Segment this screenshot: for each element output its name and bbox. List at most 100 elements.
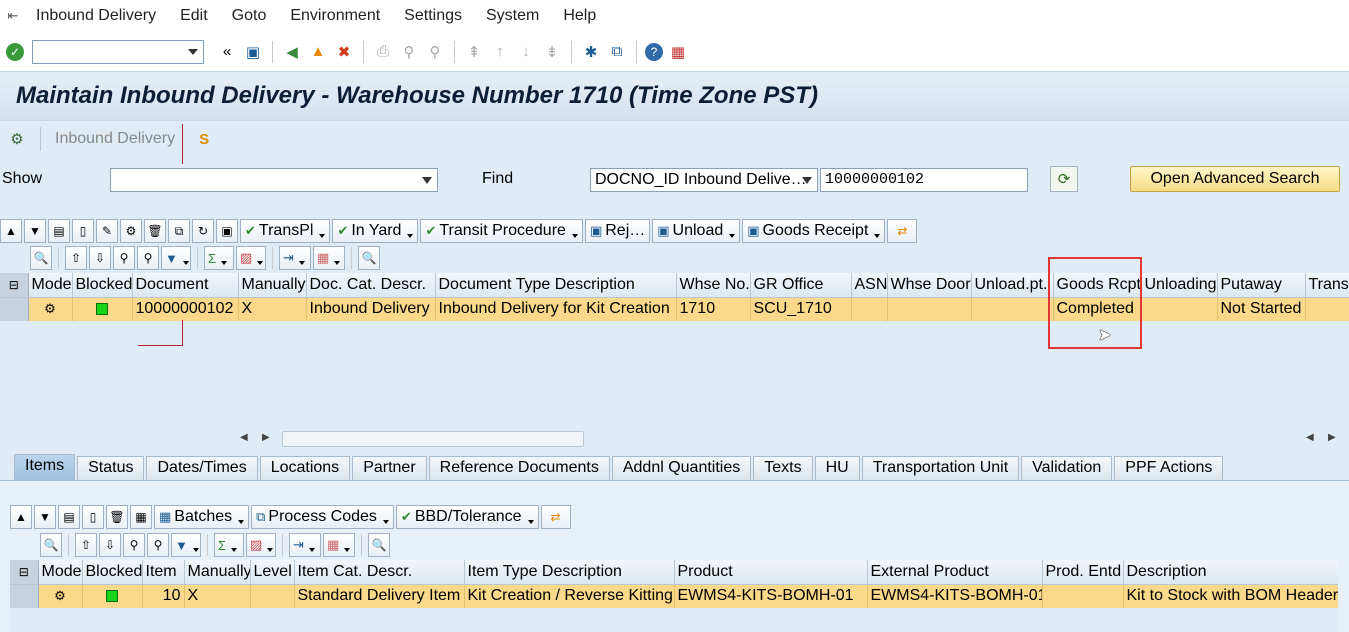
delete-button[interactable]: 🗑 [106, 505, 128, 529]
back-icon[interactable]: ◀ [281, 41, 303, 63]
row-selector[interactable] [0, 297, 29, 321]
details-button[interactable]: 🔍 [40, 533, 62, 557]
previous-page-icon[interactable]: ↑ [489, 41, 511, 63]
execute-search-button[interactable]: ⟳ [1050, 166, 1078, 192]
menu-edit[interactable]: Edit [168, 0, 220, 32]
create-session-icon[interactable]: ✱ [580, 41, 602, 63]
filter-button[interactable]: ▼ [171, 533, 201, 557]
row-selector[interactable] [10, 584, 39, 608]
mode-cell[interactable]: ⚙ [28, 297, 73, 321]
col-item-cat-descr[interactable]: Item Cat. Descr. [294, 560, 465, 585]
col-prod-entd[interactable]: Prod. Entd [1042, 560, 1124, 585]
edit-button[interactable]: ✎ [96, 219, 118, 243]
scroll-right-icon[interactable]: ▶ [262, 432, 270, 443]
table-row[interactable]: ⚙ 10 X Standard Delivery Item Kit Creati… [10, 584, 1338, 608]
select-all-icon[interactable]: ⊟ [0, 273, 29, 298]
menu-inbound-delivery[interactable]: Inbound Delivery [24, 0, 168, 32]
exit-icon[interactable]: ▲ [307, 41, 329, 63]
process-codes-button[interactable]: ⧉ Process Codes [251, 505, 394, 529]
create-button[interactable]: ▯ [82, 505, 104, 529]
menu-goto[interactable]: Goto [220, 0, 279, 32]
reject-button[interactable]: ▣ Rej… [584, 219, 651, 243]
details-button[interactable]: 🔍 [30, 246, 52, 270]
bbd-tolerance-button[interactable]: ✔ BBD/Tolerance [395, 505, 539, 529]
find-input[interactable]: 10000000102 [820, 168, 1028, 192]
scroll-left-icon[interactable]: ◀ [1306, 432, 1314, 443]
tab-validation[interactable]: Validation [1021, 456, 1113, 480]
batches-button[interactable]: ▦ Batches [154, 505, 250, 529]
grid-button[interactable]: ▦ [130, 505, 152, 529]
col-whse-no[interactable]: Whse No. [676, 273, 751, 298]
menu-settings[interactable]: Settings [392, 0, 474, 32]
command-field[interactable] [32, 39, 204, 64]
col-item[interactable]: Item [142, 560, 185, 585]
detail-button[interactable]: ▤ [48, 219, 70, 243]
col-document[interactable]: Document [132, 273, 239, 298]
transpl-button[interactable]: ✔ TransPl [240, 219, 331, 243]
subtotal-button[interactable]: ▨ [236, 246, 266, 270]
layout-button[interactable]: ▦ [313, 246, 345, 270]
display-change-icon[interactable]: ⚙ [6, 128, 28, 150]
print-icon[interactable]: ⎙ [372, 41, 394, 63]
col-asn[interactable]: ASN [851, 273, 888, 298]
menu-help[interactable]: Help [551, 0, 608, 32]
print-preview-button[interactable]: 🔍 [358, 246, 380, 270]
total-button[interactable]: Σ [214, 533, 244, 557]
sort-ascending-button[interactable]: ⇧ [75, 533, 97, 557]
col-transit[interactable]: Transi [1305, 273, 1349, 298]
create-button[interactable]: ▯ [72, 219, 94, 243]
customize-layout-icon[interactable]: ▦ [667, 41, 689, 63]
copy-button[interactable]: ⧉ [168, 219, 190, 243]
scroll-up-button[interactable]: ▲ [0, 219, 22, 243]
scroll-up-button[interactable]: ▲ [10, 505, 32, 529]
select-all-icon[interactable]: ⊟ [10, 560, 39, 585]
enter-icon[interactable]: ✓ [6, 42, 24, 61]
display-change-button[interactable]: ⚙ [120, 219, 142, 243]
scroll-left-icon[interactable]: ◀ [240, 432, 248, 443]
tab-ppf-actions[interactable]: PPF Actions [1114, 456, 1224, 480]
sort-ascending-button[interactable]: ⇧ [65, 246, 87, 270]
find-next-button[interactable]: ⚲ [137, 246, 159, 270]
layout-button[interactable]: ▦ [323, 533, 355, 557]
scroll-down-button[interactable]: ▼ [24, 219, 46, 243]
col-external-product[interactable]: External Product [867, 560, 1043, 585]
col-level[interactable]: Level [250, 560, 295, 585]
tab-transportation-unit[interactable]: Transportation Unit [861, 456, 1020, 480]
find-icon[interactable]: ⚲ [398, 41, 420, 63]
menu-system[interactable]: System [474, 0, 551, 32]
col-mode[interactable]: Mode [38, 560, 83, 585]
tab-reference-documents[interactable]: Reference Documents [428, 456, 610, 480]
export-button[interactable]: ⇥ [289, 533, 321, 557]
delete-button[interactable]: 🗑 [144, 219, 166, 243]
col-doc-cat-descr[interactable]: Doc. Cat. Descr. [306, 273, 436, 298]
transit-procedure-button[interactable]: ✔ Transit Procedure [420, 219, 583, 243]
col-manually[interactable]: Manually [184, 560, 251, 585]
col-description[interactable]: Description [1123, 560, 1338, 585]
sort-descending-button[interactable]: ⇩ [89, 246, 111, 270]
col-gr-office[interactable]: GR Office [750, 273, 852, 298]
table-row[interactable]: ⚙ 10000000102 X Inbound Delivery Inbound… [0, 297, 1349, 321]
find-button[interactable]: ⚲ [113, 246, 135, 270]
shortcut-icon[interactable]: ⧉ [606, 41, 628, 63]
tab-dates-times[interactable]: Dates/Times [146, 456, 258, 480]
first-page-icon[interactable]: ⇞ [463, 41, 485, 63]
export-button[interactable]: ⇥ [279, 246, 311, 270]
save-icon[interactable]: ▣ [242, 41, 264, 63]
scrollbar-thumb[interactable] [282, 431, 584, 447]
more-functions-button[interactable]: ⇄ [540, 505, 571, 529]
filter-button[interactable]: ▼ [161, 246, 191, 270]
tab-hu[interactable]: HU [814, 456, 860, 480]
print-preview-button[interactable]: 🔍 [368, 533, 390, 557]
detail-button[interactable]: ▤ [58, 505, 80, 529]
col-blocked[interactable]: Blocked [72, 273, 133, 298]
col-unload-pt[interactable]: Unload.pt. [971, 273, 1054, 298]
help-icon[interactable]: ? [645, 42, 663, 61]
unload-button[interactable]: ▣ Unload [652, 219, 741, 243]
subtotal-button[interactable]: ▨ [246, 533, 276, 557]
next-page-icon[interactable]: ↓ [515, 41, 537, 63]
horizontal-scrollbar[interactable]: ◀ ▶ ◀ ▶ [238, 430, 1346, 448]
menu-icon[interactable]: ⇤ [2, 8, 24, 24]
scroll-down-button[interactable]: ▼ [34, 505, 56, 529]
open-advanced-search-button[interactable]: Open Advanced Search [1130, 166, 1340, 192]
sap-logo-icon[interactable]: S [193, 128, 215, 150]
